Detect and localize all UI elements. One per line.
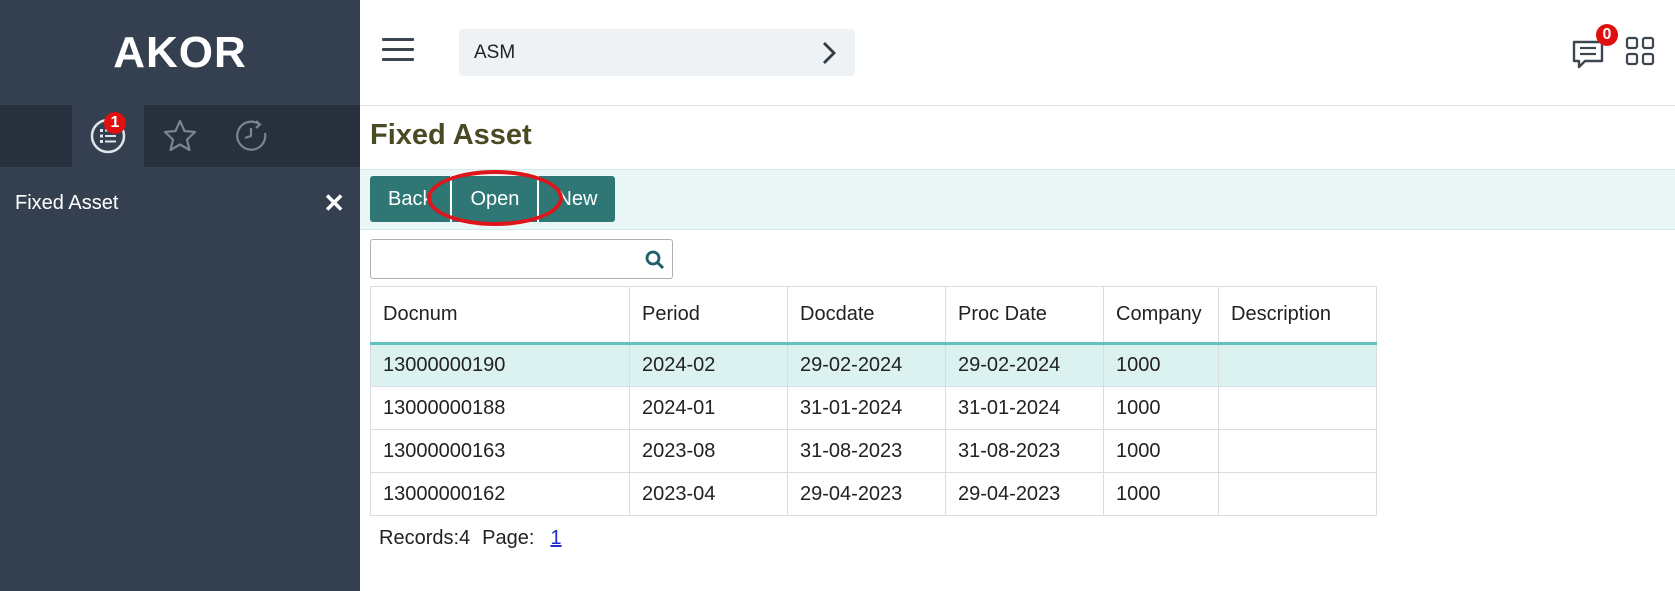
cell-docnum: 13000000162 — [370, 472, 630, 516]
search-input[interactable] — [371, 240, 631, 278]
messages-badge: 0 — [1596, 24, 1618, 46]
cell-proc-date: 31-08-2023 — [945, 429, 1104, 473]
breadcrumb[interactable]: ASM — [459, 29, 855, 76]
cell-company: 1000 — [1103, 429, 1219, 473]
records-count: Records:4 — [379, 527, 471, 549]
page-label: Page: — [482, 527, 535, 549]
grid-icon — [1625, 36, 1655, 66]
cell-docnum: 13000000190 — [370, 343, 630, 387]
cell-docdate: 29-04-2023 — [787, 472, 946, 516]
app-window: AKOR 1 Fixed Asset ✕ ASM 0 Fixed Asset B… — [0, 0, 1675, 591]
table-row[interactable]: 13000000188 2024-01 31-01-2024 31-01-202… — [370, 386, 1377, 430]
apps-grid-button[interactable] — [1625, 36, 1655, 66]
pagination: Records:4 Page: 1 — [379, 527, 562, 550]
sidebar-item-label: Fixed Asset — [15, 191, 119, 214]
tab-favorites[interactable] — [144, 105, 216, 167]
cell-description — [1218, 386, 1377, 430]
menu-icon[interactable] — [382, 38, 414, 66]
cell-description — [1218, 429, 1377, 473]
column-header-company[interactable]: Company — [1103, 286, 1219, 345]
top-header: ASM 0 — [360, 0, 1675, 106]
close-icon[interactable]: ✕ — [323, 188, 345, 219]
page-link-1[interactable]: 1 — [550, 527, 561, 550]
cell-description — [1218, 472, 1377, 516]
cell-description — [1218, 343, 1377, 387]
cell-company: 1000 — [1103, 343, 1219, 387]
tab-history[interactable] — [216, 105, 288, 167]
column-header-docdate[interactable]: Docdate — [787, 286, 946, 345]
cell-docdate: 31-01-2024 — [787, 386, 946, 430]
cell-docnum: 13000000163 — [370, 429, 630, 473]
brand-logo: AKOR — [113, 27, 247, 77]
messages-button[interactable]: 0 — [1571, 24, 1618, 70]
star-icon — [163, 119, 197, 152]
back-button[interactable]: Back — [370, 176, 451, 222]
cell-company: 1000 — [1103, 386, 1219, 430]
open-items-badge: 1 — [104, 112, 126, 134]
column-header-docnum[interactable]: Docnum — [370, 286, 630, 345]
toolbar: Back Open New — [360, 169, 1675, 230]
column-header-description[interactable]: Description — [1218, 286, 1377, 345]
cell-period: 2024-02 — [629, 343, 788, 387]
cell-period: 2024-01 — [629, 386, 788, 430]
table-row[interactable]: 13000000190 2024-02 29-02-2024 29-02-202… — [370, 343, 1377, 387]
cell-proc-date: 29-04-2023 — [945, 472, 1104, 516]
cell-proc-date: 29-02-2024 — [945, 343, 1104, 387]
table-header-row: Docnum Period Docdate Proc Date Company … — [370, 286, 1377, 345]
search-box — [370, 239, 673, 279]
history-icon — [236, 120, 267, 151]
data-table: Docnum Period Docdate Proc Date Company … — [370, 286, 1377, 516]
chevron-right-icon — [823, 41, 836, 64]
cell-docdate: 31-08-2023 — [787, 429, 946, 473]
table-row[interactable]: 13000000162 2023-04 29-04-2023 29-04-202… — [370, 472, 1377, 516]
column-header-period[interactable]: Period — [629, 286, 788, 345]
sidebar: AKOR 1 Fixed Asset ✕ — [0, 0, 360, 591]
new-button[interactable]: New — [537, 176, 616, 222]
breadcrumb-label: ASM — [474, 41, 516, 63]
table-row[interactable]: 13000000163 2023-08 31-08-2023 31-08-202… — [370, 429, 1377, 473]
cell-proc-date: 31-01-2024 — [945, 386, 1104, 430]
action-buttons: Back Open New — [370, 176, 616, 222]
cell-company: 1000 — [1103, 472, 1219, 516]
tab-open-items[interactable]: 1 — [72, 105, 144, 167]
sidebar-item-fixed-asset[interactable]: Fixed Asset ✕ — [0, 167, 360, 239]
search-icon[interactable] — [645, 250, 665, 270]
sidebar-tabs: 1 — [0, 105, 360, 167]
cell-period: 2023-04 — [629, 472, 788, 516]
cell-docdate: 29-02-2024 — [787, 343, 946, 387]
cell-docnum: 13000000188 — [370, 386, 630, 430]
open-button[interactable]: Open — [450, 176, 538, 222]
cell-period: 2023-08 — [629, 429, 788, 473]
page-title: Fixed Asset — [370, 119, 532, 151]
column-header-proc-date[interactable]: Proc Date — [945, 286, 1104, 345]
